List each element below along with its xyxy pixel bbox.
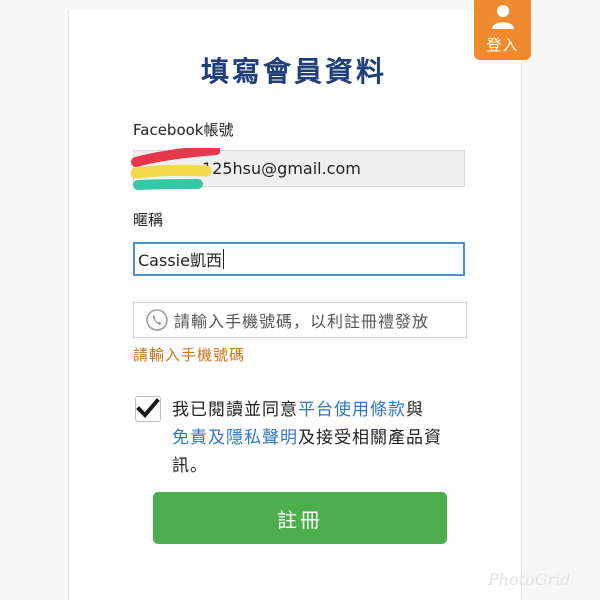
phone-icon — [146, 309, 168, 331]
privacy-disclaimer-link[interactable]: 免責及隱私聲明 — [172, 428, 298, 448]
user-icon — [492, 5, 514, 29]
agree-text-1: 我已閱讀並同意 — [172, 400, 298, 420]
facebook-account-label: Facebook帳號 — [133, 121, 234, 139]
agree-statement: 我已閱讀並同意平台使用條款與 免責及隱私聲明及接受相關產品資訊。 — [172, 396, 467, 480]
register-button[interactable]: 註冊 — [153, 492, 447, 544]
terms-of-use-link[interactable]: 平台使用條款 — [298, 400, 406, 420]
phone-placeholder: 請輸入手機號碼，以利註冊禮發放 — [174, 312, 430, 331]
facebook-account-value: 125hsu@gmail.com — [202, 159, 361, 178]
agree-checkbox[interactable] — [135, 396, 161, 422]
agree-text-2: 與 — [406, 400, 424, 420]
text-caret — [222, 249, 224, 269]
phone-input[interactable]: 請輸入手機號碼，以利註冊禮發放 — [133, 302, 467, 338]
nickname-value: Cassie凱西 — [138, 251, 222, 270]
nickname-input[interactable]: Cassie凱西 — [133, 242, 465, 276]
page-title: 填寫會員資料 — [200, 55, 387, 88]
watermark: PhotoGrid — [488, 570, 571, 589]
checkmark-icon — [136, 398, 160, 418]
redaction-marks — [130, 148, 220, 190]
phone-error-message: 請輸入手機號碼 — [133, 346, 246, 364]
nickname-label: 暱稱 — [133, 211, 164, 229]
